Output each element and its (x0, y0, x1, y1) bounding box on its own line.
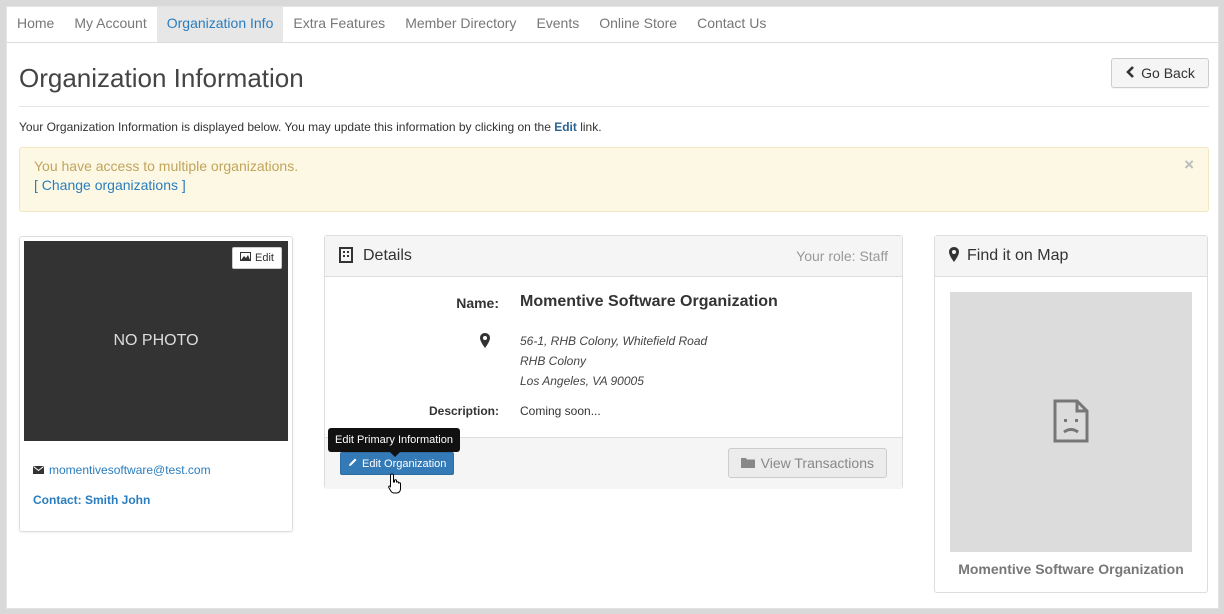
change-organizations-link[interactable]: [ Change organizations ] (34, 176, 1194, 195)
map-caption: Momentive Software Organization (958, 561, 1184, 577)
multi-org-alert: You have access to multiple organization… (19, 147, 1209, 212)
folder-icon (740, 455, 755, 471)
details-title: Details (363, 247, 412, 264)
page-title: Organization Information (19, 63, 304, 93)
map-card: Find it on Map Momentive Software Organi… (934, 235, 1208, 593)
email-row: momentivesoftware@test.com (33, 463, 211, 477)
intro-text: Your Organization Information is display… (19, 120, 602, 134)
role-text: Your role: Staff (796, 248, 888, 264)
nav-organization-info[interactable]: Organization Info (156, 7, 284, 42)
view-transactions-button[interactable]: View Transactions (727, 448, 887, 478)
chevron-left-icon (1125, 65, 1135, 81)
map-header: Find it on Map (935, 236, 1207, 277)
address-line-2: RHB Colony (520, 354, 587, 368)
photo-placeholder: NO PHOTO Edit (24, 241, 288, 441)
top-nav: Home My Account Organization Info Extra … (7, 7, 1218, 43)
view-transactions-label: View Transactions (760, 455, 874, 471)
nav-home[interactable]: Home (7, 7, 64, 42)
address-line-3: Los Angeles, VA 90005 (520, 374, 644, 388)
title-divider (19, 106, 1209, 107)
edit-tooltip: Edit Primary Information (328, 428, 460, 457)
nav-extra-features[interactable]: Extra Features (283, 7, 395, 42)
intro-edit-link[interactable]: Edit (554, 120, 577, 134)
go-back-button[interactable]: Go Back (1111, 58, 1209, 88)
contact-link[interactable]: Contact: Smith John (33, 493, 150, 507)
envelope-icon (33, 463, 44, 477)
map-title: Find it on Map (967, 247, 1069, 264)
organization-name: Momentive Software Organization (520, 293, 778, 310)
nav-my-account[interactable]: My Account (64, 7, 156, 42)
edit-organization-label: Edit Organization (362, 457, 447, 470)
nav-member-directory[interactable]: Member Directory (395, 7, 526, 42)
photo-edit-label: Edit (255, 252, 274, 264)
hand-cursor-icon (388, 473, 402, 498)
close-icon[interactable]: × (1184, 155, 1194, 175)
map-marker-icon (949, 247, 959, 265)
photo-edit-button[interactable]: Edit (232, 247, 282, 269)
pencil-icon (348, 457, 358, 470)
map-frame[interactable] (950, 292, 1192, 552)
details-header: Details Your role: Staff (325, 236, 902, 277)
email-link[interactable]: momentivesoftware@test.com (49, 463, 211, 477)
intro-before: Your Organization Information is display… (19, 120, 555, 134)
description-label: Description: (428, 404, 499, 418)
broken-page-icon (1053, 399, 1089, 446)
address-line-1: 56-1, RHB Colony, Whitefield Road (520, 334, 708, 348)
map-marker-icon (480, 333, 490, 351)
description-value: Coming soon... (520, 404, 601, 418)
nav-events[interactable]: Events (526, 7, 589, 42)
nav-online-store[interactable]: Online Store (589, 7, 687, 42)
alert-message: You have access to multiple organization… (34, 158, 299, 174)
name-label: Name: (456, 295, 499, 311)
building-icon (339, 246, 353, 266)
go-back-label: Go Back (1141, 65, 1195, 81)
image-icon (240, 252, 252, 264)
no-photo-text: NO PHOTO (113, 332, 199, 349)
page-frame: Home My Account Organization Info Extra … (6, 6, 1219, 609)
photo-card: NO PHOTO Edit momentivesoftware@test.com… (19, 236, 293, 532)
intro-after: link. (576, 120, 602, 134)
nav-contact-us[interactable]: Contact Us (687, 7, 776, 42)
